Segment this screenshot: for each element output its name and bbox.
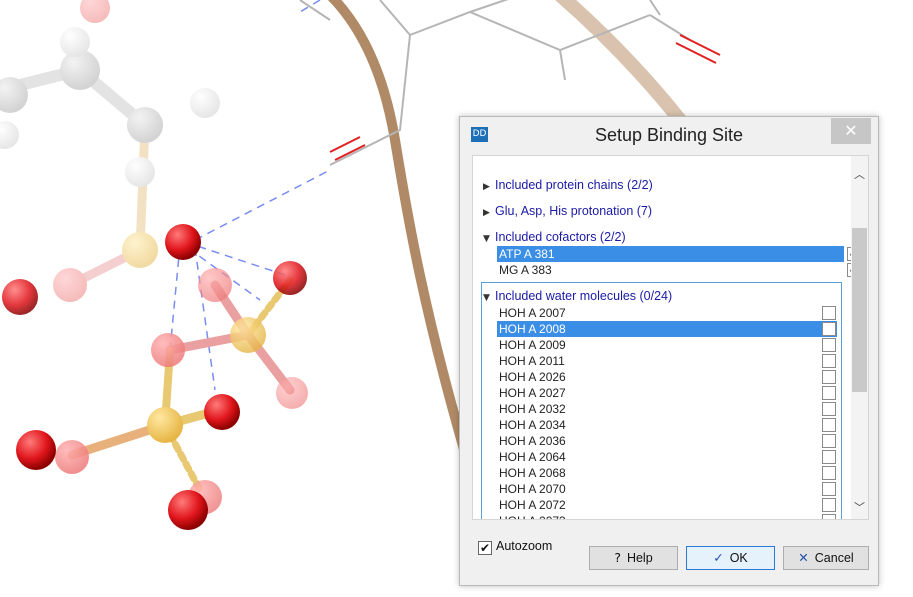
cofactor-row[interactable]: MG A 383 ✔ <box>497 262 851 278</box>
water-molecule-checkbox[interactable] <box>822 450 836 464</box>
water-molecule-row[interactable]: HOH A 2007 <box>497 305 837 321</box>
scrollbar-thumb[interactable] <box>852 228 867 392</box>
water-molecule-checkbox[interactable] <box>822 354 836 368</box>
list-item-label: HOH A 2007 <box>499 306 566 320</box>
oxygen-atom <box>168 490 208 530</box>
water-molecule-checkbox[interactable] <box>822 322 836 336</box>
protein-ribbon <box>327 0 475 475</box>
water-molecule-row[interactable]: HOH A 2027 <box>497 385 837 401</box>
cancel-button[interactable]: ✕ Cancel <box>783 546 869 570</box>
ok-button[interactable]: ✓ OK <box>686 546 775 570</box>
water-molecule-checkbox[interactable] <box>822 386 836 400</box>
vertical-scrollbar[interactable]: ︿ ﹀ <box>851 156 868 519</box>
water-molecule-row[interactable]: HOH A 2026 <box>497 369 837 385</box>
ok-button-label: OK <box>729 551 748 565</box>
list-item-label: HOH A 2073 <box>499 514 566 519</box>
water-molecule-row[interactable]: HOH A 2036 <box>497 433 837 449</box>
list-item-label: HOH A 2009 <box>499 338 566 352</box>
water-molecule-checkbox[interactable] <box>822 338 836 352</box>
collapsed-triangle-icon[interactable]: ▶ <box>483 204 495 222</box>
autozoom-label: Autozoom <box>496 539 553 553</box>
list-item-label: HOH A 2034 <box>499 418 566 432</box>
tree-node-cofactors[interactable]: ▼ Included cofactors (2/2) <box>483 228 626 246</box>
water-molecule-row[interactable]: HOH A 2009 <box>497 337 837 353</box>
list-item-label: MG A 383 <box>499 263 552 277</box>
water-molecule-row[interactable]: HOH A 2068 <box>497 465 837 481</box>
list-item-label: HOH A 2011 <box>499 354 565 368</box>
checkmark-icon[interactable]: ✔ <box>478 541 492 555</box>
tree-node-protonation[interactable]: ▶ Glu, Asp, His protonation (7) <box>483 202 652 220</box>
expanded-triangle-icon[interactable]: ▼ <box>483 289 495 307</box>
question-icon: ? <box>614 550 621 565</box>
water-molecule-checkbox[interactable] <box>822 306 836 320</box>
help-button[interactable]: ? Help <box>589 546 678 570</box>
scroll-down-icon[interactable]: ﹀ <box>851 499 868 516</box>
water-molecule-checkbox[interactable] <box>822 402 836 416</box>
cancel-button-label: Cancel <box>814 551 854 565</box>
tree-node-label: Included protein chains (2/2) <box>495 178 653 192</box>
binding-site-tree-panel: ▶ Included protein chains (2/2) ▶ Glu, Asp… <box>472 155 869 520</box>
cofactor-row[interactable]: ATP A 381 ✔ <box>497 246 851 262</box>
list-item-label: HOH A 2027 <box>499 386 566 400</box>
water-molecule-row[interactable]: HOH A 2064 <box>497 449 837 465</box>
water-molecule-row[interactable]: HOH A 2011 <box>497 353 837 369</box>
water-molecule-checkbox[interactable] <box>822 482 836 496</box>
list-item-label: HOH A 2070 <box>499 482 566 496</box>
oxygen-atom <box>165 224 201 260</box>
water-molecule-checkbox[interactable] <box>822 466 836 480</box>
oxygen-atom-faded <box>198 268 232 302</box>
water-molecule-checkbox[interactable] <box>822 498 836 512</box>
water-molecule-checkbox[interactable] <box>822 418 836 432</box>
dialog-button-bar: ✔ Autozoom ? Help ✓ OK ✕ Cancel <box>472 533 869 570</box>
close-icon[interactable]: ✕ <box>831 118 871 144</box>
list-item-label: HOH A 2026 <box>499 370 566 384</box>
water-molecule-row[interactable]: HOH A 2008 <box>497 321 837 337</box>
tree-node-label: Included cofactors (2/2) <box>495 230 626 244</box>
binding-site-tree[interactable]: ▶ Included protein chains (2/2) ▶ Glu, Asp… <box>473 156 851 519</box>
tree-node-water[interactable]: ▼ Included water molecules (0/24) <box>483 287 672 305</box>
phosphorus-atom <box>147 407 183 443</box>
scroll-up-icon[interactable]: ︿ <box>851 166 868 183</box>
oxygen-atom-faded <box>276 377 308 409</box>
oxygen-atom-faded <box>151 333 185 367</box>
dialog-titlebar[interactable]: DD Setup Binding Site ✕ <box>460 117 878 153</box>
water-molecule-checkbox[interactable] <box>822 514 836 519</box>
list-item-label: HOH A 2072 <box>499 498 566 512</box>
autozoom-checkbox[interactable]: ✔ Autozoom <box>478 539 552 555</box>
list-item-label: HOH A 2032 <box>499 402 566 416</box>
list-item-label: HOH A 2008 <box>499 322 566 336</box>
list-item-label: HOH A 2036 <box>499 434 566 448</box>
phosphorus-atom <box>230 317 266 353</box>
phosphate-bonds <box>67 276 295 494</box>
water-molecule-row[interactable]: HOH A 2034 <box>497 417 837 433</box>
list-item-label: HOH A 2064 <box>499 450 566 464</box>
tree-node-protein-chains[interactable]: ▶ Included protein chains (2/2) <box>483 176 653 194</box>
tree-node-label: Glu, Asp, His protonation (7) <box>495 204 653 218</box>
cross-icon: ✕ <box>798 550 809 565</box>
help-button-label: Help <box>626 551 653 565</box>
water-molecule-row[interactable]: HOH A 2032 <box>497 401 837 417</box>
water-molecule-row[interactable]: HOH A 2070 <box>497 481 837 497</box>
water-molecule-checkbox[interactable] <box>822 370 836 384</box>
water-molecules-group: ▼ Included water molecules (0/24) HOH A 2… <box>481 282 842 519</box>
dialog-title: Setup Binding Site <box>594 125 744 145</box>
oxygen-atom-faded <box>55 440 89 474</box>
list-item-label: ATP A 381 <box>499 247 555 261</box>
protein-ribbon-2 <box>555 0 687 127</box>
oxygen-atom-faded <box>2 279 38 315</box>
water-molecule-row[interactable]: HOH A 2072 <box>497 497 837 513</box>
oxygen-atom <box>16 430 56 470</box>
tree-node-label: Included water molecules (0/24) <box>495 289 673 303</box>
water-molecule-row[interactable]: HOH A 2073 <box>497 513 837 519</box>
water-molecule-checkbox[interactable] <box>822 434 836 448</box>
checkmark-icon: ✓ <box>713 550 724 565</box>
setup-binding-site-dialog: DD Setup Binding Site ✕ ▶ Included protei… <box>459 116 879 586</box>
oxygen-atom <box>204 394 240 430</box>
collapsed-triangle-icon[interactable]: ▶ <box>483 178 495 196</box>
expanded-triangle-icon[interactable]: ▼ <box>483 230 495 248</box>
list-item-label: HOH A 2068 <box>499 466 566 480</box>
oxygen-atom <box>273 261 307 295</box>
